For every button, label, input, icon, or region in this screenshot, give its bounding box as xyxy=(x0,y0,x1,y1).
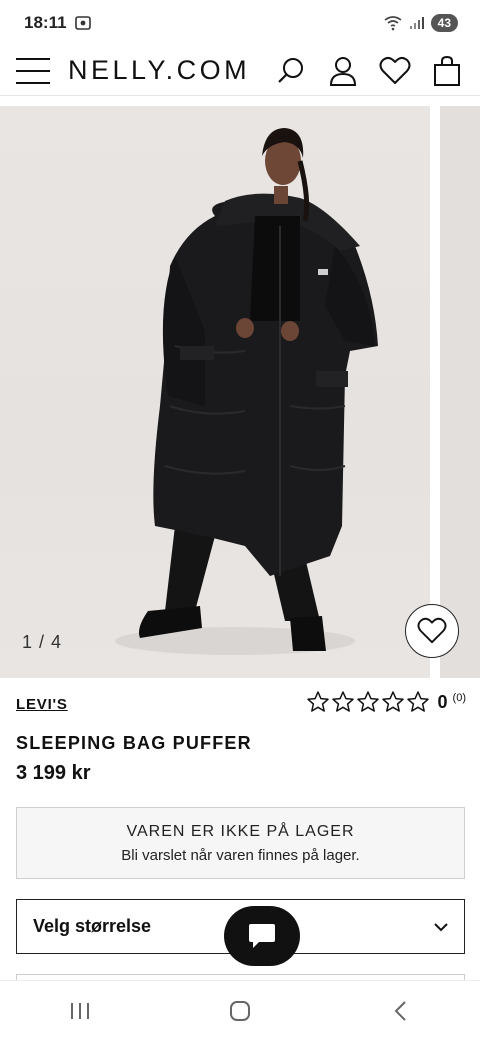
product-title: SLEEPING BAG PUFFER xyxy=(16,733,252,753)
back-chevron-icon xyxy=(394,1000,406,1021)
out-of-stock-title: VAREN ER IKKE PÅ LAGER xyxy=(126,822,355,840)
chevron-down-icon xyxy=(434,922,448,931)
star-outline-icon xyxy=(356,691,379,712)
out-of-stock-notify-button[interactable]: VAREN ER IKKE PÅ LAGER Bli varslet når v… xyxy=(16,807,465,879)
image-counter: 1 / 4 xyxy=(22,632,63,652)
hamburger-menu-icon[interactable] xyxy=(16,57,50,84)
status-bar: 18:11 43 xyxy=(0,0,480,46)
status-time: 18:11 xyxy=(24,13,67,32)
product-price: 3 199 kr xyxy=(16,762,91,784)
header-icons xyxy=(274,54,464,88)
product-rating[interactable]: 0 (0) xyxy=(306,690,466,714)
star-outline-icon xyxy=(381,691,404,712)
heart-icon[interactable] xyxy=(378,54,412,88)
chat-button[interactable] xyxy=(224,906,300,966)
site-logo[interactable]: NELLY.COM xyxy=(68,55,250,86)
wifi-icon xyxy=(384,16,402,31)
system-navigation-bar xyxy=(0,980,480,1040)
status-right: 43 xyxy=(383,14,458,32)
heart-icon xyxy=(417,617,447,644)
user-icon[interactable] xyxy=(326,54,360,88)
back-button[interactable] xyxy=(370,991,430,1031)
signal-icon xyxy=(409,17,424,29)
size-select-label: Velg størrelse xyxy=(33,916,152,936)
status-left: 18:11 xyxy=(24,13,91,33)
product-image[interactable]: 1 / 4 xyxy=(0,106,430,678)
rating-score: 0 xyxy=(437,691,448,712)
site-header: NELLY.COM xyxy=(0,46,480,96)
add-to-wishlist-button[interactable] xyxy=(405,604,459,658)
chat-bubble-icon xyxy=(249,924,275,948)
screen-record-icon xyxy=(74,16,91,30)
shopping-bag-icon[interactable] xyxy=(430,54,464,88)
model-wearing-puffer-illustration xyxy=(115,128,378,655)
home-button[interactable] xyxy=(210,991,270,1031)
battery-indicator: 43 xyxy=(430,14,458,32)
product-brand-link[interactable]: LEVI'S xyxy=(16,696,68,713)
rating-stars xyxy=(306,690,430,714)
review-count: (0) xyxy=(452,692,466,704)
star-outline-icon xyxy=(331,691,354,712)
notify-subtitle: Bli varslet når varen finnes på lager. xyxy=(121,846,360,864)
recent-apps-icon xyxy=(71,1002,89,1019)
next-product-image[interactable] xyxy=(440,106,480,678)
product-image-gallery[interactable]: 1 / 4 xyxy=(0,106,480,678)
star-outline-icon xyxy=(406,691,429,712)
search-icon[interactable] xyxy=(274,54,308,88)
home-icon xyxy=(230,1000,250,1021)
star-outline-icon xyxy=(306,691,329,712)
recent-apps-button[interactable] xyxy=(50,991,110,1031)
